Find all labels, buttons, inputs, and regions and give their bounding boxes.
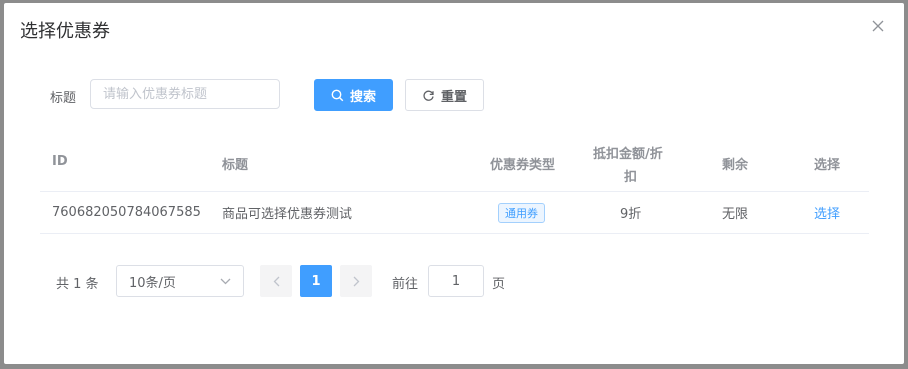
header-amount-line1: 抵扣金额/折	[593, 147, 663, 162]
prev-page-button[interactable]	[260, 265, 292, 297]
chevron-left-icon	[273, 276, 279, 286]
goto-suffix: 页	[492, 277, 506, 292]
title-filter-label: 标题	[50, 91, 77, 106]
next-page-button[interactable]	[340, 265, 372, 297]
pagination: 共 1 条 10条/页 1 前往 页	[4, 265, 904, 297]
coupon-select-dialog: 选择优惠券 标题 搜索 重置 ID 标题 优惠券类型 抵扣金额/折 扣 剩余	[4, 3, 904, 364]
close-icon	[872, 20, 884, 32]
search-button-label: 搜索	[349, 89, 376, 105]
header-title: 标题	[222, 158, 249, 173]
coupon-type-tag: 通用券	[498, 202, 545, 223]
cell-id: 760682050784067585	[52, 205, 201, 220]
total-count: 共 1 条	[56, 277, 99, 292]
reset-button[interactable]: 重置	[405, 79, 484, 111]
chevron-down-icon	[220, 278, 231, 284]
goto-prefix: 前往	[392, 277, 419, 292]
cell-title: 商品可选择优惠券测试	[222, 207, 353, 222]
table-row: 760682050784067585 商品可选择优惠券测试 通用券 9折 无限 …	[40, 192, 869, 234]
cell-amount: 9折	[620, 207, 642, 222]
header-select: 选择	[814, 158, 841, 173]
coupon-table: ID 标题 优惠券类型 抵扣金额/折 扣 剩余 选择 7606820507840…	[40, 137, 869, 234]
page-button-current[interactable]: 1	[300, 265, 332, 297]
page-size-select[interactable]: 10条/页	[116, 265, 244, 297]
search-button[interactable]: 搜索	[314, 79, 393, 111]
search-icon	[331, 89, 344, 101]
goto-page-input[interactable]	[428, 265, 484, 297]
chevron-right-icon	[353, 276, 359, 286]
dialog-title: 选择优惠券	[20, 21, 110, 42]
cell-type: 通用券	[498, 192, 545, 233]
header-type: 优惠券类型	[490, 158, 556, 173]
header-id: ID	[52, 154, 68, 169]
reset-button-label: 重置	[440, 89, 467, 105]
select-coupon-link[interactable]: 选择	[814, 192, 840, 233]
page-size-value: 10条/页	[129, 275, 176, 291]
header-remaining: 剩余	[722, 158, 749, 173]
cell-remaining: 无限	[722, 207, 749, 222]
close-button[interactable]	[868, 16, 888, 36]
header-amount: 抵扣金额/折	[593, 143, 663, 162]
refresh-icon	[423, 90, 434, 101]
header-amount-line2: 扣	[624, 170, 638, 185]
table-header: ID 标题 优惠券类型 抵扣金额/折 扣 剩余 选择	[40, 137, 869, 192]
title-search-input[interactable]	[90, 79, 280, 109]
